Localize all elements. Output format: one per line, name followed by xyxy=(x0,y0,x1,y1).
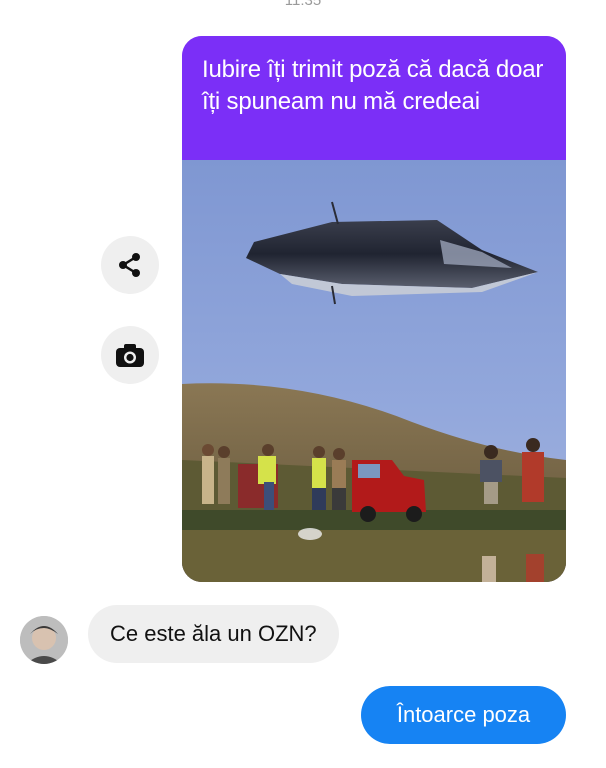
avatar[interactable] xyxy=(20,616,68,664)
share-icon xyxy=(119,253,140,277)
camera-button[interactable] xyxy=(101,326,159,384)
camera-icon xyxy=(116,344,144,367)
outgoing-photo-message[interactable]: Iubire îți trimit poză că dacă doar îți … xyxy=(182,36,566,582)
outgoing-message-text: Iubire îți trimit poză că dacă doar îți … xyxy=(182,36,566,160)
avatar-photo xyxy=(20,616,68,664)
share-button[interactable] xyxy=(101,236,159,294)
incoming-message-bubble[interactable]: Ce este ăla un OZN? xyxy=(88,605,339,663)
message-timestamp: 11:35 xyxy=(284,0,322,9)
outgoing-reply-bubble[interactable]: Întoarce poza xyxy=(361,686,566,744)
ufo-photo[interactable] xyxy=(182,160,566,582)
